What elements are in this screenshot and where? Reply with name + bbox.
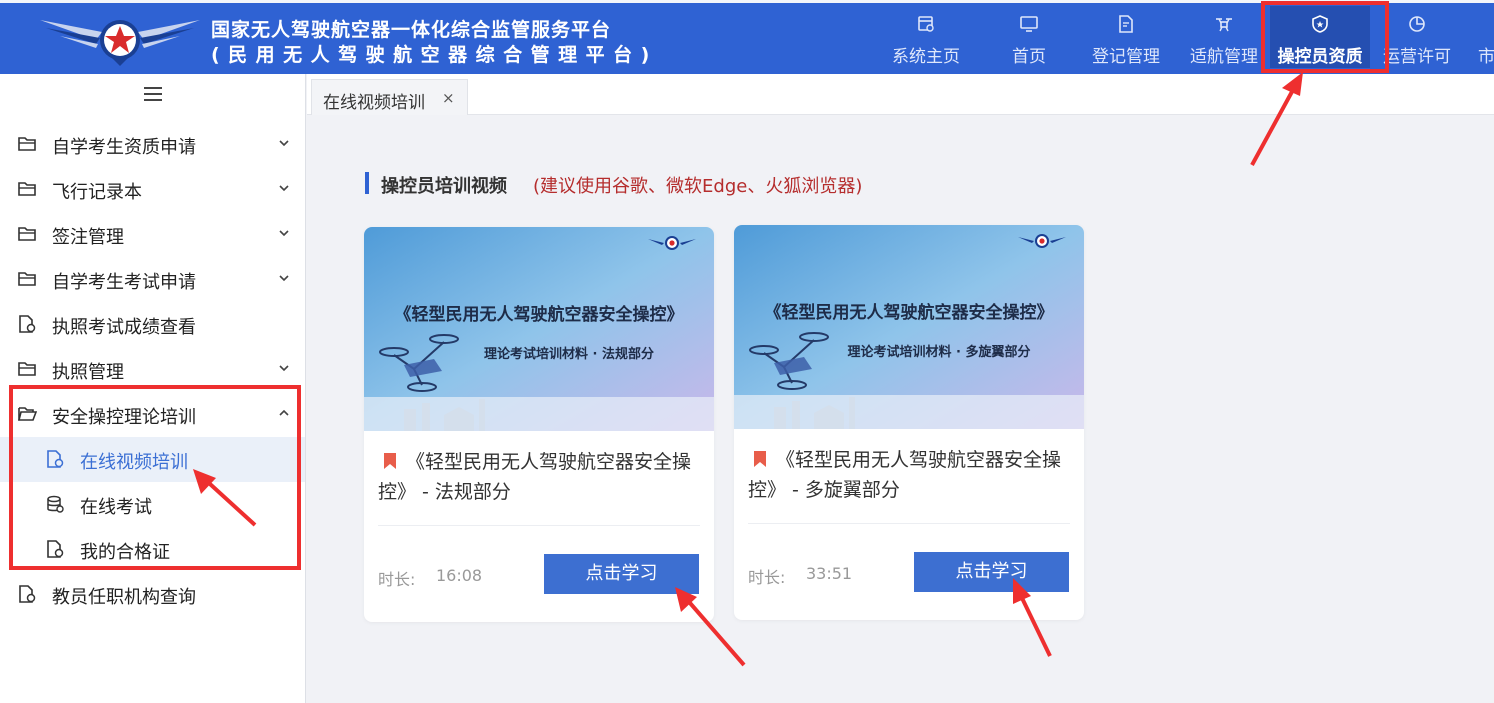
nav-label: 适航管理 <box>1190 47 1258 67</box>
sidebar-item-label: 签注管理 <box>52 227 124 248</box>
video-thumbnail[interactable]: 《轻型民用无人驾驶航空器安全操控》 理论考试培训材料 · 多旋翼部分 <box>734 225 1084 429</box>
nav-label: 登记管理 <box>1092 47 1160 67</box>
close-icon[interactable]: × <box>442 89 455 107</box>
chevron-down-icon <box>279 230 289 237</box>
video-title[interactable]: 《轻型民用无人驾驶航空器安全操控》 - 法规部分 <box>378 447 700 507</box>
video-card[interactable]: 《轻型民用无人驾驶航空器安全操控》 理论考试培训材料 · 法规部分 《轻型民用无… <box>364 227 714 622</box>
duration-label: 时长: <box>378 570 416 589</box>
tab-label: 在线视频培训 <box>323 93 425 113</box>
document-settings-icon <box>19 585 36 603</box>
drone-icon <box>1216 18 1232 32</box>
start-study-button[interactable]: 点击学习 <box>914 552 1069 592</box>
nav-home[interactable]: 首页 <box>979 6 1079 68</box>
sidebar-item-instructor-institution-query[interactable]: 教员任职机构查询 <box>0 572 305 617</box>
caac-wings-logo-icon <box>40 20 200 66</box>
nav-label: 首页 <box>1012 47 1046 67</box>
folder-icon <box>18 137 36 151</box>
duration-value: 33:51 <box>806 564 853 583</box>
duration-label: 时长: <box>748 568 786 587</box>
sidebar-item-self-study-qualification[interactable]: 自学考生资质申请 <box>0 122 305 167</box>
nav-more-truncated[interactable]: 市 <box>1466 6 1494 68</box>
tab-online-video-training[interactable]: 在线视频培训 × <box>311 79 468 115</box>
thumbnail-subtitle: 理论考试培训材料 · 多旋翼部分 <box>847 345 1031 360</box>
start-study-button[interactable]: 点击学习 <box>544 554 699 594</box>
folder-icon <box>18 362 36 376</box>
video-thumbnail[interactable]: 《轻型民用无人驾驶航空器安全操控》 理论考试培训材料 · 法规部分 <box>364 227 714 431</box>
chevron-down-icon <box>279 140 289 147</box>
tab-bar: 在线视频培训 × <box>307 74 1494 115</box>
section-title: 操控员培训视频 <box>381 176 507 197</box>
edit-document-icon <box>1119 15 1133 33</box>
platform-subtitle: (民用无人驾驶航空器综合管理平台) <box>211 44 658 66</box>
nav-label: 市 <box>1478 47 1494 67</box>
section-accent-bar <box>365 172 369 194</box>
document-settings-icon <box>19 315 36 333</box>
video-title[interactable]: 《轻型民用无人驾驶航空器安全操控》 - 多旋翼部分 <box>748 445 1070 505</box>
platform-title: 国家无人驾驶航空器一体化综合监管服务平台 <box>211 19 612 41</box>
nav-label: 系统主页 <box>892 47 960 67</box>
sidebar-item-exam-results[interactable]: 执照考试成绩查看 <box>0 302 305 347</box>
nav-system-home[interactable]: 系统主页 <box>876 6 976 68</box>
thumbnail-title: 《轻型民用无人驾驶航空器安全操控》 <box>764 303 1054 323</box>
sidebar-item-endorsement[interactable]: 签注管理 <box>0 212 305 257</box>
sidebar-item-label: 自学考生资质申请 <box>52 137 196 158</box>
menu-toggle-icon[interactable] <box>144 87 162 101</box>
browser-recommendation-note: (建议使用谷歌、微软Edge、火狐浏览器) <box>533 176 863 197</box>
system-home-icon <box>918 16 934 32</box>
annotation-highlight-nav <box>1261 1 1389 73</box>
sidebar-item-label: 执照考试成绩查看 <box>52 317 196 338</box>
duration-value: 16:08 <box>436 566 483 585</box>
folder-icon <box>18 182 36 196</box>
sidebar-item-label: 自学考生考试申请 <box>52 272 196 293</box>
pie-chart-icon <box>1409 16 1425 32</box>
chevron-down-icon <box>279 185 289 192</box>
card-divider <box>378 525 700 526</box>
thumbnail-title: 《轻型民用无人驾驶航空器安全操控》 <box>394 305 684 325</box>
thumbnail-subtitle: 理论考试培训材料 · 法规部分 <box>484 347 654 362</box>
folder-icon <box>18 272 36 286</box>
video-card[interactable]: 《轻型民用无人驾驶航空器安全操控》 理论考试培训材料 · 多旋翼部分 《轻型民用… <box>734 225 1084 620</box>
chevron-down-icon <box>279 365 289 372</box>
nav-registration[interactable]: 登记管理 <box>1076 6 1176 68</box>
sidebar-item-label: 飞行记录本 <box>52 182 142 203</box>
nav-airworthiness[interactable]: 适航管理 <box>1174 6 1274 68</box>
monitor-icon <box>1020 16 1038 32</box>
sidebar-item-flight-logbook[interactable]: 飞行记录本 <box>0 167 305 212</box>
chevron-down-icon <box>279 275 289 282</box>
sidebar-item-label: 执照管理 <box>52 362 124 383</box>
folder-icon <box>18 227 36 241</box>
thumbnail-background-icon <box>734 225 1084 429</box>
sidebar-item-self-study-exam[interactable]: 自学考生考试申请 <box>0 257 305 302</box>
thumbnail-background-icon <box>364 227 714 431</box>
sidebar-item-label: 教员任职机构查询 <box>52 587 196 608</box>
card-divider <box>748 523 1070 524</box>
annotation-highlight-sidebar <box>9 385 301 570</box>
